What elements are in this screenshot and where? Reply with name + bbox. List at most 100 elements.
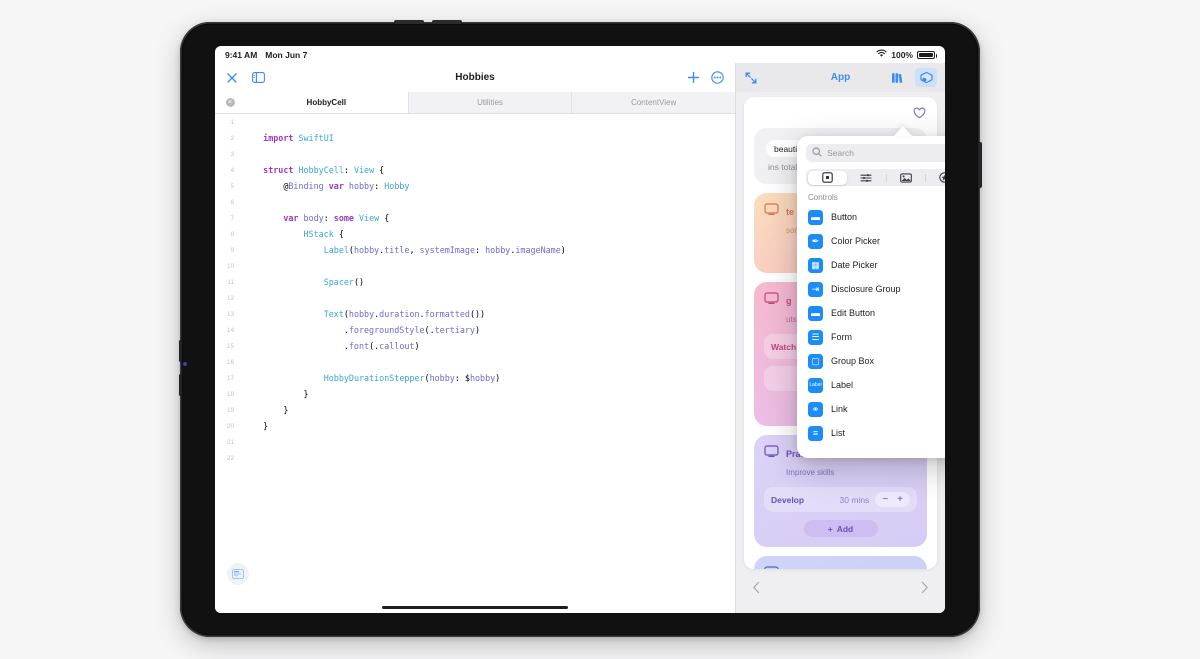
side-microphone xyxy=(179,340,182,362)
hobby-row-name: Watch xyxy=(771,341,797,352)
volume-up-button[interactable] xyxy=(394,20,424,24)
status-bar-right: 100% xyxy=(876,49,937,60)
line-number: 17 xyxy=(226,374,234,382)
preview-toolbar-right xyxy=(887,68,937,87)
page-title: Hobbies xyxy=(455,72,495,83)
line-number: 9 xyxy=(230,246,234,254)
hobby-row[interactable]: Develop 30 mins − + xyxy=(764,487,917,512)
media-segment[interactable] xyxy=(885,171,925,185)
code-line[interactable]: 10 xyxy=(215,258,735,274)
library-popover: Search Controls ▬ Button ✒ Color Picker … xyxy=(797,136,945,458)
stepper-minus[interactable]: − xyxy=(882,494,888,505)
line-text: Text(hobby.duration.formatted()) xyxy=(323,309,486,319)
expand-arrows-icon[interactable] xyxy=(744,71,758,85)
library-item-label: Form xyxy=(831,332,852,342)
home-indicator xyxy=(382,605,568,609)
tab-contentview[interactable]: ContentView xyxy=(571,92,736,113)
line-number: 16 xyxy=(226,358,234,366)
tab-label: Utilities xyxy=(477,98,503,107)
code-line[interactable]: 6 xyxy=(215,194,735,210)
volume-down-button[interactable] xyxy=(432,20,462,24)
code-line[interactable]: 5 @Binding var hobby: Hobby xyxy=(215,178,735,194)
library-item-label: Link xyxy=(831,404,848,414)
search-input[interactable]: Search xyxy=(806,144,945,162)
hobby-card[interactable]: RelaxZone out xyxy=(754,556,927,569)
views-segment[interactable] xyxy=(807,170,847,185)
library-item[interactable]: Label Label xyxy=(797,373,945,397)
code-line[interactable]: 21 xyxy=(215,434,735,450)
code-line[interactable]: 8 HStack { xyxy=(215,226,735,242)
library-item[interactable]: ▬ Button xyxy=(797,205,945,229)
code-line[interactable]: 19 } xyxy=(215,402,735,418)
code-line[interactable]: 17 HobbyDurationStepper(hobby: $hobby) xyxy=(215,370,735,386)
duration-stepper[interactable]: −+ xyxy=(875,492,910,507)
tab-utilities[interactable]: Utilities xyxy=(407,92,572,113)
disclosure-group-icon: ⇥ xyxy=(808,281,823,297)
code-line[interactable]: 9 Label(hobby.title, systemImage: hobby.… xyxy=(215,242,735,258)
chevron-left-icon[interactable] xyxy=(752,581,761,599)
library-item[interactable]: ▬ Edit Button xyxy=(797,301,945,325)
close-icon[interactable] xyxy=(226,72,238,84)
tab-close-button[interactable]: × xyxy=(215,92,245,113)
code-line[interactable]: 22 xyxy=(215,450,735,466)
card-icon xyxy=(764,291,779,309)
hobby-card-header: RelaxZone out xyxy=(764,565,917,569)
sidebar-toggle-icon[interactable] xyxy=(252,72,265,83)
hobby-card-title: g xyxy=(786,296,792,306)
preview-header xyxy=(744,97,937,120)
line-number: 12 xyxy=(226,294,234,302)
power-button[interactable] xyxy=(978,142,982,188)
date-picker-icon: ▦ xyxy=(808,257,823,273)
inspector-icon[interactable] xyxy=(915,68,937,87)
code-line[interactable]: 3 xyxy=(215,146,735,162)
stepper-plus[interactable]: + xyxy=(897,494,903,505)
code-line[interactable]: 2 import SwiftUI xyxy=(215,130,735,146)
line-number: 11 xyxy=(227,278,234,286)
group-box-icon: ▢ xyxy=(808,353,823,369)
search-icon xyxy=(812,144,822,162)
code-line[interactable]: 11 Spacer() xyxy=(215,274,735,290)
line-number: 7 xyxy=(230,214,234,222)
library-item[interactable]: ✒ Color Picker xyxy=(797,229,945,253)
library-item[interactable]: ≡ List xyxy=(797,421,945,445)
plus-icon: + xyxy=(827,523,833,534)
library-item[interactable]: ▢ Group Box xyxy=(797,349,945,373)
library-segmented-control[interactable] xyxy=(806,169,945,186)
code-line[interactable]: 7 var body: some View { xyxy=(215,210,735,226)
snippets-segment[interactable] xyxy=(925,171,945,185)
chevron-down-icon[interactable] xyxy=(904,565,917,569)
code-line[interactable]: 15 .font(.callout) xyxy=(215,338,735,354)
library-item[interactable]: ⇥ Disclosure Group xyxy=(797,277,945,301)
code-line[interactable]: 14 .foregroundStyle(.tertiary) xyxy=(215,322,735,338)
chevron-right-icon[interactable] xyxy=(920,581,929,599)
add-button[interactable]: +Add xyxy=(803,520,878,537)
form-icon: ☰ xyxy=(808,329,823,345)
code-line[interactable]: 4 struct HobbyCell: View { xyxy=(215,162,735,178)
line-text: import SwiftUI xyxy=(263,133,334,143)
popover-arrow xyxy=(894,126,912,136)
ipad-device: 9:41 AM Mon Jun 7 100% ••• xyxy=(179,20,982,637)
code-line[interactable]: 12 xyxy=(215,290,735,306)
code-line[interactable]: 18 } xyxy=(215,386,735,402)
line-text: struct HobbyCell: View { xyxy=(263,165,385,175)
modifiers-segment[interactable] xyxy=(847,171,886,185)
library-item[interactable]: ☰ Form xyxy=(797,325,945,349)
heart-icon[interactable] xyxy=(913,106,926,124)
line-number: 15 xyxy=(226,342,234,350)
library-item[interactable]: ⚭ Link xyxy=(797,397,945,421)
code-line[interactable]: 16 xyxy=(215,354,735,370)
library-item[interactable]: ▦ Date Picker xyxy=(797,253,945,277)
line-text: var body: some View { xyxy=(283,213,390,223)
code-line[interactable]: 13 Text(hobby.duration.formatted()) xyxy=(215,306,735,322)
label-icon: Label xyxy=(808,377,823,393)
card-icon xyxy=(764,202,779,220)
editor-toolbar: Hobbies xyxy=(215,63,735,92)
code-line[interactable]: 20 } xyxy=(215,418,735,434)
code-line[interactable]: 1 xyxy=(215,114,735,130)
ellipsis-circle-icon[interactable] xyxy=(711,71,724,84)
plus-icon[interactable] xyxy=(687,71,700,84)
code-area[interactable]: 12 import SwiftUI 3 4 struct HobbyCell: Vi… xyxy=(215,114,735,613)
library-icon[interactable] xyxy=(887,68,909,87)
tab-hobbycell[interactable]: HobbyCell xyxy=(245,92,408,113)
minimap-icon[interactable] xyxy=(227,563,249,585)
